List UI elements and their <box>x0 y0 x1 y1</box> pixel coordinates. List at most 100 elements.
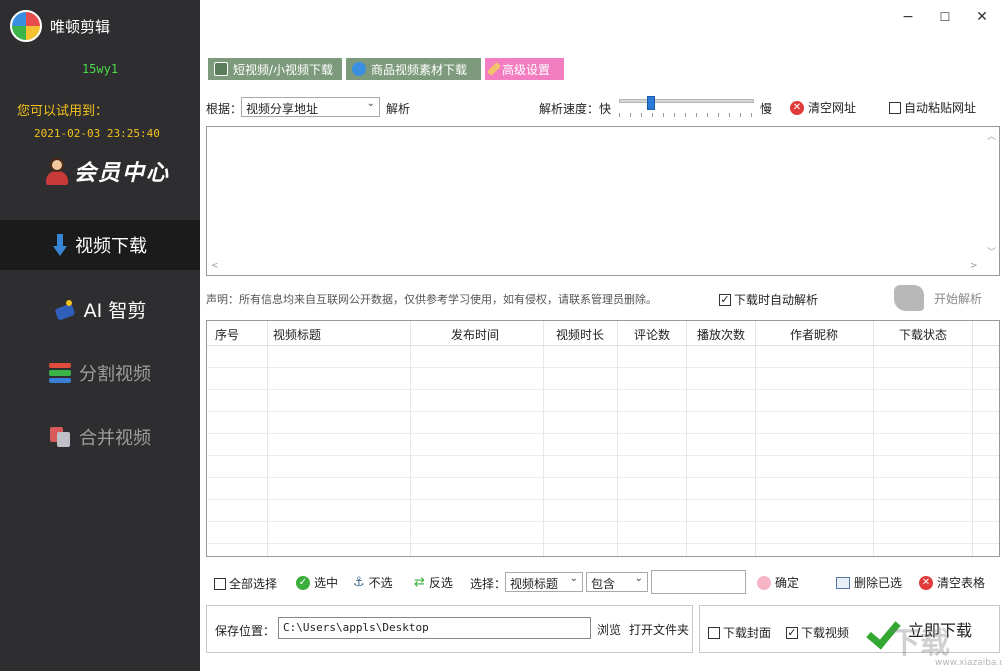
user-id: 15wy1 <box>81 62 119 76</box>
download-cover-checkbox[interactable]: 下载封面 <box>708 624 771 641</box>
scroll-right-icon[interactable]: > <box>970 261 978 271</box>
table-column: 发布时间 <box>411 321 544 556</box>
delete-selected-button[interactable]: 删除已选 <box>836 574 902 591</box>
auto-parse-checkbox[interactable]: ✓ 下载时自动解析 <box>719 291 818 308</box>
basis-select[interactable]: 视频分享地址 ⌄ <box>241 97 380 117</box>
basis-label: 根据： <box>206 102 243 116</box>
clear-url-button[interactable]: ✕ 清空网址 <box>790 99 856 116</box>
globe-icon <box>352 62 366 76</box>
field-select[interactable]: 视频标题 ⌄ <box>505 572 583 592</box>
results-table[interactable]: 序号 视频标题 发布时间 视频时长 评论数 播放次数 作者昵称 下载状态 <box>206 320 1000 557</box>
choose-label: 选择： <box>470 577 507 591</box>
nav-label: 分割视频 <box>79 364 151 385</box>
url-horizontal-scrollbar[interactable]: < > <box>207 261 983 275</box>
table-column: 作者昵称 <box>756 321 874 556</box>
download-arrow-icon <box>53 234 67 256</box>
auto-parse-label: 下载时自动解析 <box>734 293 819 307</box>
table-column: 视频标题 <box>268 321 411 556</box>
save-path-input[interactable]: C:\Users\appls\Desktop <box>278 617 591 639</box>
speed-slider-thumb[interactable] <box>646 96 655 110</box>
table-column: 播放次数 <box>687 321 756 556</box>
download-cover-label: 下载封面 <box>723 626 772 640</box>
speed-label: 解析速度： <box>539 102 600 116</box>
confirm-icon <box>757 575 771 590</box>
merge-video-icon <box>49 426 71 448</box>
url-vertical-scrollbar[interactable]: ︿ ﹀ <box>983 127 999 275</box>
scroll-left-icon[interactable]: < <box>211 261 219 271</box>
nav-split-video[interactable]: 分割视频 <box>0 348 200 398</box>
select-label: 选中 <box>314 576 339 590</box>
clear-table-label: 清空表格 <box>937 576 986 590</box>
table-column: 下载状态 <box>874 321 973 556</box>
tab-label: 短视频/小视频下载 <box>233 62 334 77</box>
split-video-icon <box>49 363 71 383</box>
field-select-value: 视频标题 <box>510 577 559 591</box>
confirm-label: 确定 <box>775 576 800 590</box>
maximize-button[interactable]: ☐ <box>931 6 959 28</box>
tab-label: 高级设置 <box>502 62 551 77</box>
open-folder-button[interactable]: 打开文件夹 <box>629 621 689 638</box>
checkbox-box <box>708 626 720 639</box>
member-avatar-icon <box>44 157 70 185</box>
select-all-label: 全部选择 <box>229 577 278 591</box>
nav-label: 合并视频 <box>79 428 151 449</box>
chevron-down-icon: ⌄ <box>569 573 578 584</box>
nav-label: 视频下载 <box>75 236 147 257</box>
download-now-label: 立即下载 <box>908 621 973 640</box>
tab-product-video-download[interactable]: 商品视频素材下载 <box>346 58 481 80</box>
tab-advanced-settings[interactable]: 高级设置 <box>485 58 564 80</box>
speed-fast-label: 快 <box>599 102 612 116</box>
table-column: 视频时长 <box>544 321 618 556</box>
deselect-button[interactable]: ⚓ 不选 <box>353 574 393 591</box>
checkbox-box: ✓ <box>719 292 731 306</box>
scroll-down-icon[interactable]: ﹀ <box>987 245 996 258</box>
download-video-label: 下载视频 <box>801 626 850 640</box>
match-select[interactable]: 包含 ⌄ <box>586 572 648 592</box>
nav-video-download[interactable]: 视频下载 <box>0 220 200 270</box>
confirm-button[interactable]: 确定 <box>757 574 799 591</box>
nav-ai-edit[interactable]: AI 智剪 <box>0 284 200 334</box>
auto-paste-checkbox[interactable]: 自动粘贴网址 <box>889 99 976 116</box>
invert-selection-button[interactable]: ⇄ 反选 <box>414 574 453 591</box>
select-button[interactable]: ✓ 选中 <box>296 574 338 591</box>
sidebar: 唯顿剪辑 15wy1 您可以试用到： 2021-02-03 23:25:40 会… <box>0 0 200 671</box>
browse-button[interactable]: 浏览 <box>597 621 621 638</box>
download-now-button[interactable]: 立即下载 <box>870 612 972 646</box>
scroll-up-icon[interactable]: ︿ <box>987 129 996 142</box>
speed-slider-track[interactable] <box>619 99 754 103</box>
speed-slow-label: 慢 <box>760 102 773 116</box>
deselect-label: 不选 <box>368 576 393 590</box>
auto-paste-label: 自动粘贴网址 <box>904 101 977 115</box>
delete-selected-label: 删除已选 <box>854 576 903 590</box>
tab-short-video-download[interactable]: 短视频/小视频下载 <box>208 58 342 80</box>
checkbox-box <box>889 101 901 114</box>
watermark-url: www.xiazaiba.com <box>935 658 1002 668</box>
ai-edit-icon <box>54 298 76 320</box>
selection-toolbar: 全部选择 ✓ 选中 ⚓ 不选 ⇄ 反选 选择： 视频标题 ⌄ 包含 ⌄ 确定 删… <box>206 567 1000 597</box>
download-video-checkbox[interactable]: ✓ 下载视频 <box>786 624 849 641</box>
chevron-down-icon: ⌄ <box>634 573 643 584</box>
clear-url-label: 清空网址 <box>808 101 857 115</box>
start-parse-button[interactable]: 开始解析 <box>890 282 998 314</box>
trial-label: 您可以试用到： <box>17 104 109 119</box>
close-circle-icon: ✕ <box>919 575 933 590</box>
speed-slider-ticks <box>619 113 754 117</box>
nav-merge-video[interactable]: 合并视频 <box>0 412 200 462</box>
table-column: 序号 <box>207 321 268 556</box>
filter-input[interactable] <box>651 570 746 594</box>
basis-select-value: 视频分享地址 <box>246 102 319 116</box>
clear-table-button[interactable]: ✕ 清空表格 <box>919 574 985 591</box>
tab-label: 商品视频素材下载 <box>371 62 468 77</box>
start-parse-label: 开始解析 <box>934 291 983 306</box>
parse-button[interactable]: 解析 <box>386 100 410 117</box>
anchor-icon: ⚓ <box>353 575 365 590</box>
url-input[interactable]: ︿ ﹀ < > <box>206 126 1000 276</box>
delete-list-icon <box>836 576 850 589</box>
declaration-text: 声明：所有信息均来自互联网公开数据，仅供参考学习使用，如有侵权，请联系管理员删除… <box>206 293 657 306</box>
trial-date: 2021-02-03 23:25:40 <box>34 127 160 140</box>
checkmark-icon <box>870 612 902 646</box>
member-center-button[interactable]: 会员中心 <box>44 155 170 187</box>
close-button[interactable]: ✕ <box>968 6 996 28</box>
select-all-checkbox[interactable]: 全部选择 <box>214 575 277 592</box>
minimize-button[interactable]: − <box>894 6 922 28</box>
